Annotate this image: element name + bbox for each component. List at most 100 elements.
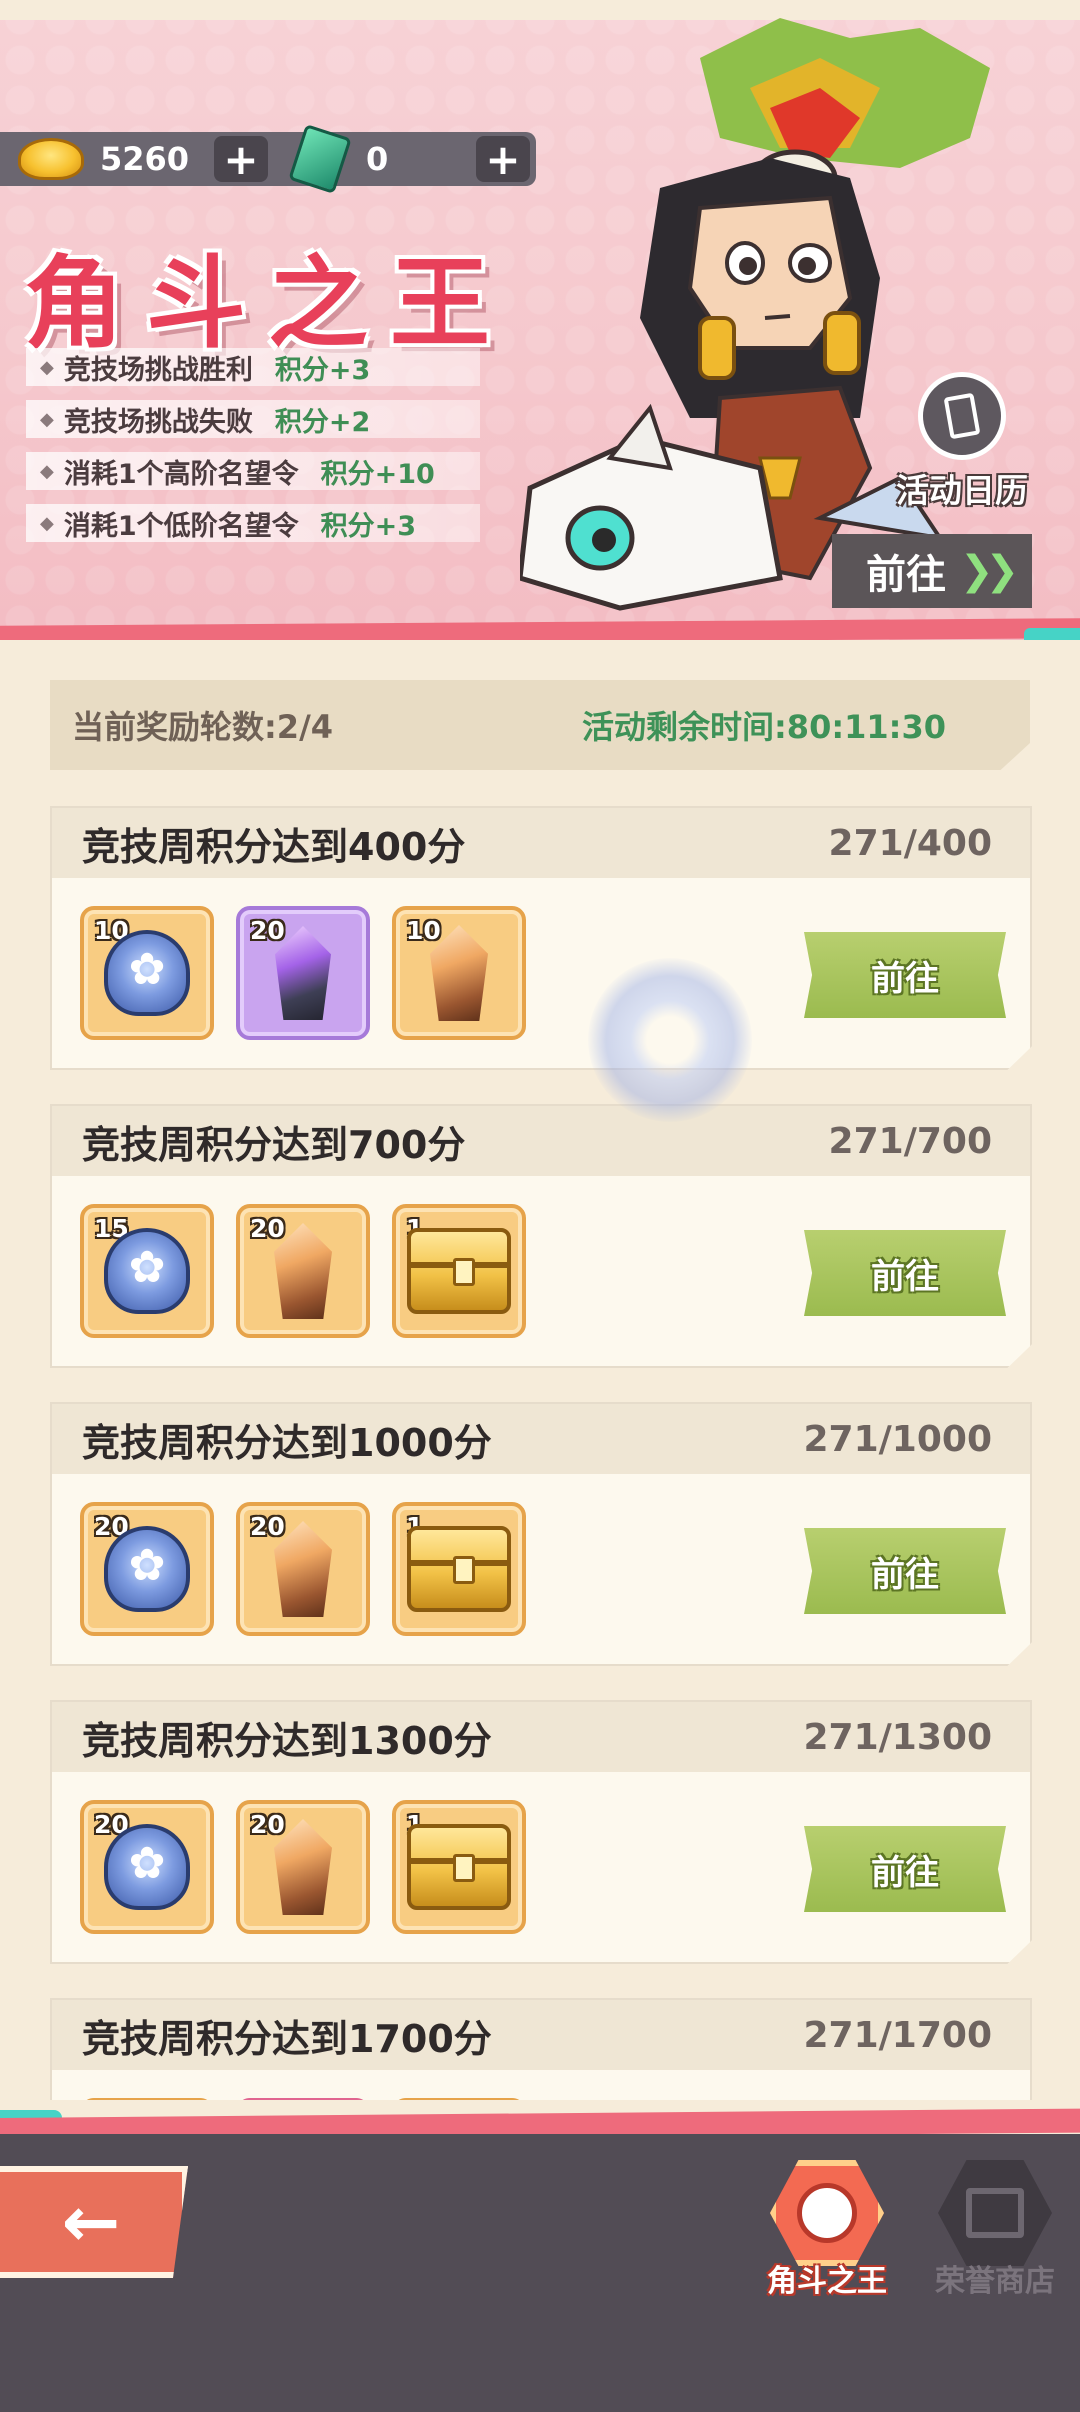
double-chevron-right-icon: ❯❯ (960, 548, 1019, 594)
task-goto-button[interactable]: 前往 (804, 1230, 1006, 1316)
reward-item[interactable] (392, 2098, 526, 2100)
rule-item: ◆ 竞技场挑战胜利 积分+3 (26, 348, 480, 386)
rule-label: 消耗1个低阶名望令 (63, 510, 299, 542)
task-card: 竞技周积分达到1000分 271/1000 20 20 1 前往 (50, 1402, 1032, 1666)
task-header: 竞技周积分达到1700分 271/1700 (52, 2000, 1030, 2070)
rule-points: 积分+10 (320, 458, 435, 490)
rule-label: 消耗1个高阶名望令 (63, 458, 299, 490)
tab-gladiator-king[interactable]: 角斗之王 (742, 2160, 912, 2299)
gem-currency: 0 (288, 124, 389, 194)
reward-item[interactable] (80, 2098, 214, 2100)
task-title: 竞技周积分达到1700分 (82, 2016, 492, 2061)
reward-item[interactable]: 15 (80, 1204, 214, 1338)
reward-list: 10 20 10 (80, 906, 548, 1040)
reward-item[interactable]: 1 (392, 1502, 526, 1636)
task-header: 竞技周积分达到700分 271/700 (52, 1106, 1030, 1176)
reward-item[interactable]: 10 (80, 906, 214, 1040)
reward-list: 20 20 1 (80, 1800, 548, 1934)
calendar-cards-icon (918, 372, 1006, 460)
header-goto-label: 前往 (866, 552, 946, 598)
gold-ingot-icon (18, 138, 84, 180)
add-gold-button[interactable]: + (214, 135, 268, 184)
task-card: 竞技周积分达到400分 271/400 10 20 10 前往 (50, 806, 1032, 1070)
hero-character-illustration (520, 18, 990, 611)
remaining-time-text: 活动剩余时间:80:11:30 (582, 708, 946, 746)
task-progress: 271/700 (828, 1120, 992, 1162)
diamond-bullet-icon: ◆ (40, 356, 54, 378)
reward-item[interactable]: 20 (236, 1800, 370, 1934)
reward-list: 15 20 1 (80, 1204, 548, 1338)
task-title: 竞技周积分达到1300分 (82, 1718, 492, 1763)
tab-honor-shop[interactable]: 荣誉商店 (910, 2160, 1080, 2299)
back-button[interactable]: ← (0, 2166, 188, 2278)
reward-quantity: 20 (250, 1512, 285, 1541)
green-gem-icon (288, 124, 352, 194)
reward-quantity: 20 (250, 1214, 285, 1243)
banner-teal-accent (1024, 628, 1080, 640)
blue-badge-icon (104, 1228, 190, 1314)
gold-chest-icon (407, 1824, 511, 1910)
reward-item[interactable]: 20 (236, 1502, 370, 1636)
activity-calendar-button[interactable]: 活动日历 (882, 372, 1042, 512)
diamond-bullet-icon: ◆ (40, 512, 54, 534)
reward-item[interactable] (236, 2098, 370, 2100)
rule-points: 积分+3 (320, 510, 417, 542)
task-goto-button[interactable]: 前往 (804, 1826, 1006, 1912)
banner-top-strip (0, 0, 1080, 20)
rule-points: 积分+2 (274, 406, 371, 438)
currency-bar: 5260 + 0 + (0, 124, 536, 194)
gold-chest-icon (407, 1228, 511, 1314)
reward-item[interactable]: 20 (80, 1502, 214, 1636)
task-title: 竞技周积分达到400分 (82, 824, 466, 869)
rule-label: 竞技场挑战胜利 (63, 354, 253, 386)
reward-quantity: 20 (250, 916, 285, 945)
task-title: 竞技周积分达到1000分 (82, 1420, 492, 1465)
add-gem-button[interactable]: + (476, 135, 530, 184)
blue-badge-icon (104, 1824, 190, 1910)
task-header: 竞技周积分达到1000分 271/1000 (52, 1404, 1030, 1474)
task-card: 竞技周积分达到700分 271/700 15 20 1 前往 (50, 1104, 1032, 1368)
task-card: 竞技周积分达到1700分 271/1700 (50, 1998, 1032, 2100)
calendar-label: 活动日历 (896, 471, 1028, 510)
header-goto-button[interactable]: 前往 ❯❯ (832, 534, 1032, 608)
reward-item[interactable]: 1 (392, 1204, 526, 1338)
gem-amount: 0 (366, 140, 389, 178)
reward-list: 20 20 1 (80, 1502, 548, 1636)
task-goto-button[interactable]: 前往 (804, 932, 1006, 1018)
event-banner: 5260 + 0 + 角斗之王 ◆ 竞技场挑战胜利 积分+3 ◆ 竞技场挑战失败… (0, 0, 1080, 640)
gift-icon (938, 2160, 1052, 2266)
rule-item: ◆ 消耗1个高阶名望令 积分+10 (26, 452, 480, 490)
tab-label: 荣誉商店 (935, 2264, 1055, 2299)
reward-item[interactable]: 1 (392, 1800, 526, 1934)
arena-icon (770, 2160, 884, 2266)
blue-badge-icon (104, 1526, 190, 1612)
rule-points: 积分+3 (274, 354, 371, 386)
back-arrow-icon: ← (61, 2181, 121, 2263)
gold-amount: 5260 (100, 140, 190, 178)
reward-item[interactable]: 10 (392, 906, 526, 1040)
diamond-bullet-icon: ◆ (40, 408, 54, 430)
task-card: 竞技周积分达到1300分 271/1300 20 20 1 前往 (50, 1700, 1032, 1964)
task-title: 竞技周积分达到700分 (82, 1122, 466, 1167)
task-list[interactable]: 竞技周积分达到400分 271/400 10 20 10 前往 竞技周积分达到7… (50, 806, 1032, 2100)
task-progress: 271/1000 (803, 1418, 993, 1460)
reward-quantity: 20 (250, 1810, 285, 1839)
gold-chest-icon (407, 1526, 511, 1612)
reward-item[interactable]: 20 (236, 1204, 370, 1338)
reward-status-bar: 当前奖励轮数:2/4 活动剩余时间:80:11:30 (50, 680, 1030, 770)
rules-list: ◆ 竞技场挑战胜利 积分+3 ◆ 竞技场挑战失败 积分+2 ◆ 消耗1个高阶名望… (26, 348, 480, 556)
rule-item: ◆ 竞技场挑战失败 积分+2 (26, 400, 480, 438)
task-goto-button[interactable]: 前往 (804, 1528, 1006, 1614)
rule-item: ◆ 消耗1个低阶名望令 积分+3 (26, 504, 480, 542)
rule-label: 竞技场挑战失败 (63, 406, 253, 438)
task-progress: 271/1700 (803, 2014, 993, 2056)
blue-badge-icon (104, 930, 190, 1016)
task-header: 竞技周积分达到1300分 271/1300 (52, 1702, 1030, 1772)
reward-item[interactable]: 20 (80, 1800, 214, 1934)
reward-quantity: 10 (406, 916, 441, 945)
reward-round-text: 当前奖励轮数:2/4 (72, 708, 334, 746)
task-header: 竞技周积分达到400分 271/400 (52, 808, 1030, 878)
gold-currency: 5260 (18, 132, 189, 186)
reward-item[interactable]: 20 (236, 906, 370, 1040)
event-title: 角斗之王 (24, 244, 512, 362)
